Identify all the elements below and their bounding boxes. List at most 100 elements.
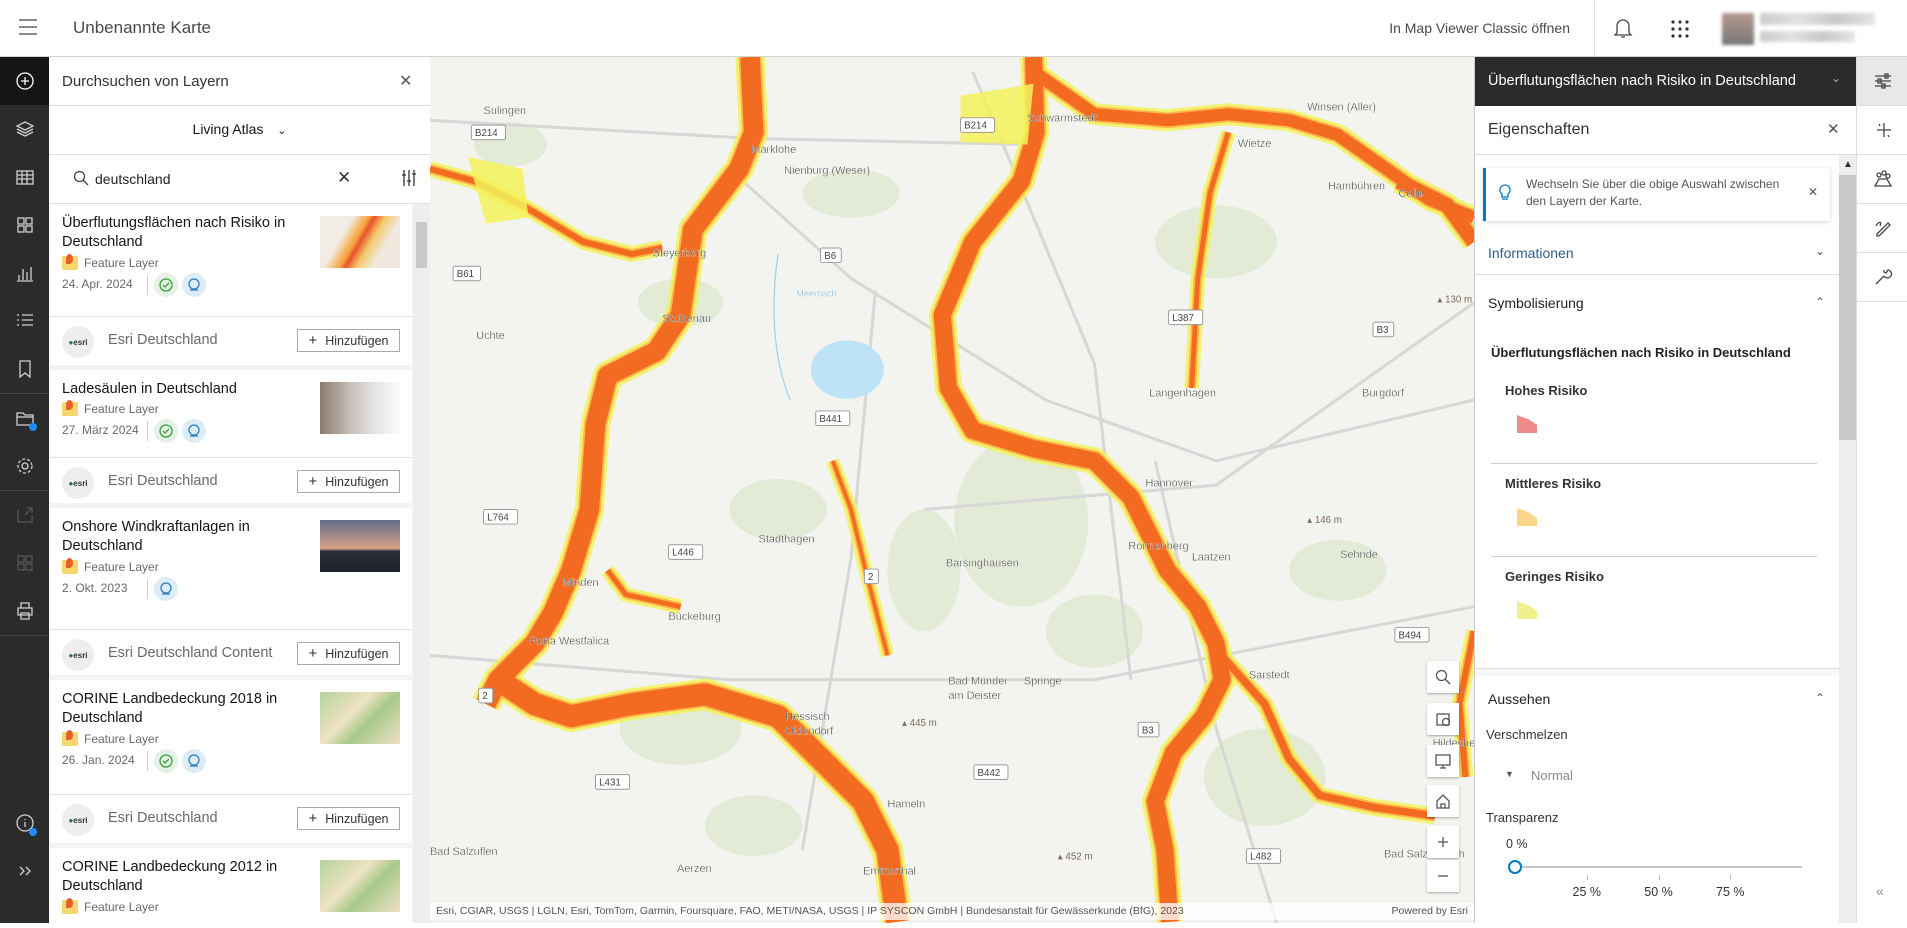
chevron-up-icon: ⌃	[1815, 295, 1826, 309]
road-shield-label: B61	[457, 269, 474, 280]
add-layer-button[interactable]	[0, 57, 49, 105]
zoom-out-button[interactable]	[1427, 860, 1459, 892]
result-title[interactable]: Ladesäulen in Deutschland	[62, 380, 302, 399]
clear-search-icon[interactable]: ✕	[337, 168, 351, 188]
add-layer-button[interactable]: + Hinzufügen	[297, 642, 400, 665]
divider	[147, 579, 148, 599]
app-launcher-icon[interactable]	[1670, 19, 1690, 44]
scrollbar-thumb[interactable]	[1839, 175, 1857, 440]
symbol-swatch[interactable]	[1517, 508, 1537, 526]
settings-button[interactable]	[0, 442, 49, 490]
filter-icon[interactable]	[401, 169, 417, 192]
results-scrollbar[interactable]	[413, 204, 430, 923]
hamburger-icon[interactable]	[18, 18, 38, 36]
result-title[interactable]: CORINE Landbedeckung 2012 in Deutschland	[62, 858, 302, 896]
result-card[interactable]: CORINE Landbedeckung 2018 in Deutschland…	[50, 680, 412, 794]
properties-button[interactable]	[1857, 57, 1907, 106]
result-title[interactable]: CORINE Landbedeckung 2018 in Deutschland	[62, 690, 302, 728]
transparency-slider-track[interactable]	[1515, 866, 1802, 868]
elevation-label: ▴ 445 m	[902, 718, 937, 729]
basemap-button[interactable]	[1427, 703, 1459, 735]
layers-button[interactable]	[0, 105, 49, 153]
result-card[interactable]: Überflutungsflächen nach Risiko in Deuts…	[50, 204, 412, 316]
road-shield-label: B442	[978, 768, 1001, 779]
configure-button[interactable]	[1857, 253, 1907, 302]
bell-icon[interactable]	[1613, 17, 1633, 44]
result-title[interactable]: Überflutungsflächen nach Risiko in Deuts…	[62, 214, 302, 252]
info-button[interactable]	[0, 799, 49, 847]
place-label: Emmerthal	[863, 865, 916, 877]
blend-select[interactable]: ▼ Normal	[1505, 765, 1705, 789]
place-label: am Deister	[948, 690, 1001, 702]
add-layer-button[interactable]: + Hinzufügen	[297, 807, 400, 830]
place-label: Wietze	[1238, 138, 1271, 150]
symbol-swatch[interactable]	[1517, 601, 1537, 619]
symbol-class-label: Mittleres Risiko	[1505, 476, 1602, 491]
notification-dot	[29, 828, 37, 836]
print-button[interactable]	[0, 587, 49, 635]
owner-logo: ● esri	[62, 639, 94, 671]
avatar[interactable]	[1722, 13, 1754, 45]
charts-button[interactable]	[0, 249, 49, 297]
result-card[interactable]: Ladesäulen in Deutschland Feature Layer 2…	[50, 370, 412, 457]
slider-tick	[1658, 875, 1660, 880]
authoritative-badge-icon	[154, 419, 178, 443]
result-card[interactable]: CORINE Landbedeckung 2012 in Deutschland…	[50, 848, 412, 928]
scroll-up-icon[interactable]: ▲	[1843, 159, 1853, 170]
home-button[interactable]	[1427, 785, 1459, 817]
sketch-button[interactable]	[1857, 204, 1907, 253]
chevrons-right-icon	[19, 866, 31, 876]
properties-title: Eigenschaften	[1488, 121, 1590, 138]
bookmarks-button[interactable]	[0, 345, 49, 393]
result-type: Feature Layer	[84, 256, 159, 270]
legend-button[interactable]	[0, 297, 49, 345]
fullscreen-button[interactable]	[1427, 745, 1459, 777]
map-properties-button[interactable]	[0, 394, 49, 442]
road-shield-label: B3	[1377, 325, 1389, 336]
living-atlas-badge-icon	[182, 749, 206, 773]
result-title[interactable]: Onshore Windkraftanlagen in Deutschland	[62, 518, 302, 556]
road-shield-label: 2	[482, 691, 487, 702]
chevron-down-icon: ⌄	[1831, 71, 1842, 85]
close-icon[interactable]: ✕	[399, 71, 412, 91]
place-label: Stadthagen	[759, 533, 815, 545]
share-button[interactable]	[0, 491, 49, 539]
analysis-button[interactable]	[0, 201, 49, 249]
search-input[interactable]	[95, 167, 335, 191]
place-label: Laatzen	[1192, 552, 1231, 564]
zoom-in-button[interactable]	[1427, 826, 1459, 858]
appearance-section-header[interactable]: Aussehen ⌃	[1475, 685, 1839, 715]
add-layer-button[interactable]: + Hinzufügen	[297, 470, 400, 493]
map-view[interactable]: Sulingen Nienburg (Weser) Marklohe Steyerbe…	[430, 57, 1474, 923]
properties-scrollbar[interactable]: ▲	[1839, 155, 1857, 923]
plus-circle-icon	[15, 72, 34, 90]
powered-by-link[interactable]: Powered by Esri	[1392, 905, 1468, 917]
search-map-button[interactable]	[1427, 661, 1459, 693]
create-app-button[interactable]	[0, 539, 49, 587]
information-section[interactable]: Informationen ⌄	[1475, 232, 1839, 275]
close-icon[interactable]: ✕	[1827, 120, 1840, 138]
notification-dot	[29, 423, 37, 431]
layer-selector[interactable]: Überflutungsflächen nach Risiko in Deuts…	[1475, 57, 1857, 106]
place-label: Oldendorf	[785, 725, 834, 737]
user-org-blurred	[1760, 31, 1855, 42]
source-selector[interactable]: Living Atlas ⌄	[49, 106, 430, 155]
scrollbar-thumb[interactable]	[416, 222, 427, 268]
close-icon[interactable]: ✕	[1808, 185, 1818, 199]
place-label: Marklohe	[751, 144, 796, 156]
expand-toolbar-button[interactable]	[0, 847, 49, 895]
collapse-panel-icon[interactable]: «	[1876, 883, 1884, 899]
symbol-swatch[interactable]	[1517, 415, 1537, 433]
place-label: Springe	[1024, 676, 1062, 688]
symbology-section-header[interactable]: Symbolisierung ⌃	[1475, 283, 1839, 326]
blend-value: Normal	[1531, 768, 1573, 783]
map-title[interactable]: Unbenannte Karte	[73, 18, 211, 38]
styles-button[interactable]	[1857, 106, 1907, 155]
forest-area	[729, 479, 827, 540]
open-classic-link[interactable]: In Map Viewer Classic öffnen	[1389, 20, 1570, 36]
transparency-slider-thumb[interactable]	[1508, 860, 1522, 874]
clustering-button[interactable]	[1857, 155, 1907, 204]
result-card[interactable]: Onshore Windkraftanlagen in Deutschland …	[50, 508, 412, 629]
add-layer-button[interactable]: + Hinzufügen	[297, 329, 400, 352]
table-button[interactable]	[0, 153, 49, 201]
